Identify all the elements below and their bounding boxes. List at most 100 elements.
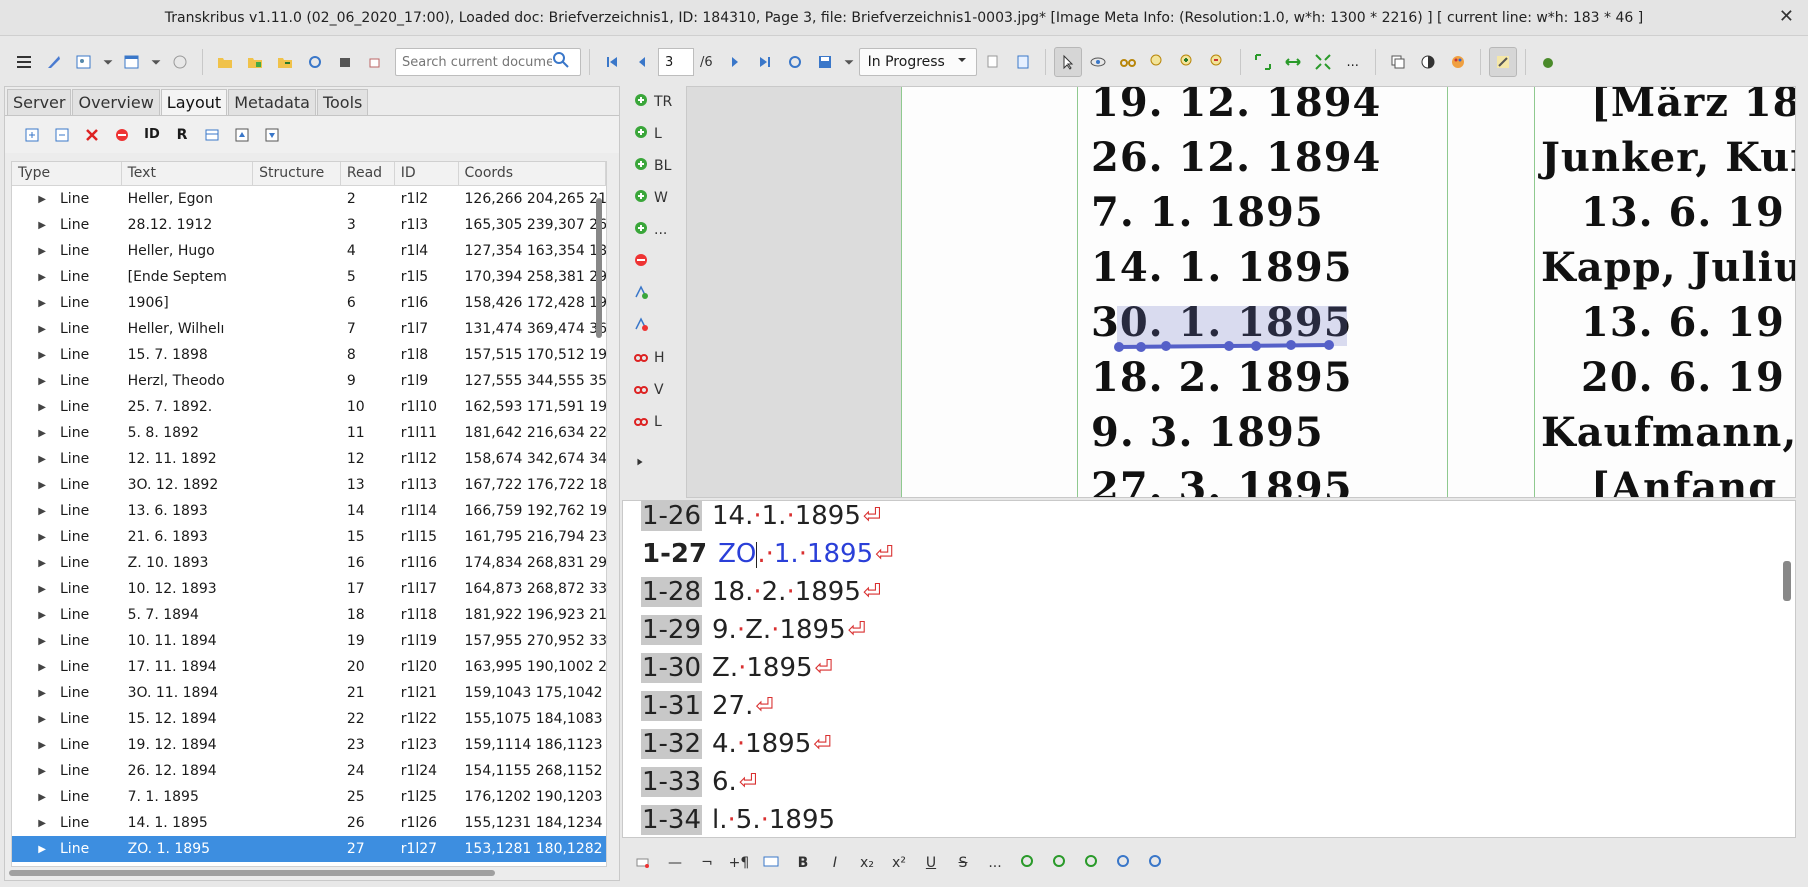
redo-icon[interactable]	[1046, 853, 1072, 873]
table-row[interactable]: ▶ Line 12. 11. 1892 12 r1l12 158,674 342,674 …	[12, 446, 606, 472]
expand-arrow-icon[interactable]: ▶	[18, 454, 60, 465]
layout-icon[interactable]	[1110, 853, 1136, 873]
expand-arrow-icon[interactable]: ▶	[18, 792, 60, 803]
table-row[interactable]: ▶Line 15. 7. 1898 8 r1l8 157,515 170,512 191…	[12, 342, 606, 368]
zoom-out-icon[interactable]	[1204, 47, 1232, 77]
expand-arrow-icon[interactable]: ▶	[18, 402, 60, 413]
editor-line[interactable]: 1-32 4.·1895 ⏎	[641, 727, 832, 761]
table-row[interactable]: ▶Line [Ende Septem 5 r1l5 170,394 258,381 29…	[12, 264, 606, 290]
sync-icon[interactable]	[781, 47, 809, 77]
expand-arrow-icon[interactable]: ▶	[18, 376, 60, 387]
robot-icon[interactable]	[331, 47, 359, 77]
table-row[interactable]: ▶ Line 15. 12. 1894 22 r1l22 155,1075 184,108…	[12, 706, 606, 732]
table-row[interactable]: ▶ Line 10. 11. 1894 19 r1l19 157,955 270,952 …	[12, 628, 606, 654]
fit-page-icon[interactable]	[1249, 47, 1277, 77]
side-button-l[interactable]: L	[628, 406, 684, 438]
layers-icon[interactable]	[1384, 47, 1412, 77]
tab-server[interactable]: Server	[7, 89, 72, 115]
dropdown-arrow-icon[interactable]	[841, 47, 857, 77]
previous-page-icon[interactable]	[628, 47, 656, 77]
line-text[interactable]: 27.	[712, 691, 753, 721]
feather-icon[interactable]	[40, 47, 68, 77]
side-button-v[interactable]: V	[628, 374, 684, 406]
table-row[interactable]: ▶ Line Herzl, Theodo 9 r1l9 127,555 344,555 3…	[12, 368, 606, 394]
line-text[interactable]: 18.·2.·1895	[712, 577, 861, 607]
tab-tools[interactable]: Tools	[316, 89, 369, 115]
line-text[interactable]: l.·5.·1895	[712, 805, 835, 835]
side-button-tr[interactable]: TR	[628, 86, 684, 118]
add-image-icon[interactable]	[70, 47, 98, 77]
table-row[interactable]: ▶ Line ZO. 1. 1895 27 r1l27 153,1281 180,1282…	[12, 836, 606, 862]
editor-line[interactable]: 1-33 6. ⏎	[641, 765, 757, 799]
strikethrough-button[interactable]: S	[950, 855, 976, 871]
baseline-overlay[interactable]	[1101, 337, 1361, 357]
move-up-icon[interactable]	[229, 120, 255, 150]
contrast-icon[interactable]	[1414, 47, 1442, 77]
expand-arrow-icon[interactable]: ▶	[18, 350, 60, 361]
expand-arrow-icon[interactable]: ▶	[18, 298, 60, 309]
superscript-button[interactable]: x²	[886, 855, 912, 871]
expand-arrow-icon[interactable]: ▶	[18, 428, 60, 439]
underline-button[interactable]: U	[918, 855, 944, 871]
table-row[interactable]: ▶ Line 3O. 12. 1892 13 r1l13 167,722 176,722 …	[12, 472, 606, 498]
table-row[interactable]: ▶ Line 7. 1. 1895 25 r1l25 176,1202 190,1203 …	[12, 784, 606, 810]
column-header-text[interactable]: Text	[122, 162, 254, 185]
page-number-input[interactable]: 3	[658, 48, 694, 76]
fit-width-icon[interactable]	[1279, 47, 1307, 77]
edit-icon[interactable]	[1488, 47, 1517, 77]
table-row[interactable]: ▶ Line 13. 6. 1893 14 r1l14 166,759 192,762 1…	[12, 498, 606, 524]
cup-icon[interactable]	[361, 47, 389, 77]
editor-scrollbar[interactable]	[1783, 561, 1791, 601]
transfer-icon[interactable]	[1078, 853, 1104, 873]
id-icon[interactable]: ID	[139, 120, 165, 150]
expand-arrow-icon[interactable]: ▶	[18, 766, 60, 777]
table-row[interactable]: ▶ Line 17. 11. 1894 20 r1l20 163,995 190,1002…	[12, 654, 606, 680]
keyboard-icon[interactable]	[758, 853, 784, 873]
editor-line[interactable]: 1-29 9.·Z.·1895 ⏎	[641, 613, 866, 647]
expand-arrow-icon[interactable]: ▶	[18, 714, 60, 725]
editor-line[interactable]: 1-31 27. ⏎	[641, 689, 774, 723]
column-header-id[interactable]: ID	[395, 162, 459, 185]
glasses-icon[interactable]	[1114, 47, 1142, 77]
status-select[interactable]: In Progress	[858, 48, 977, 76]
transcription-editor[interactable]: 1-26 14.·1.·1895 ⏎ 1-27 ZO.·1.·1895 ⏎ 1-28 18.·…	[622, 500, 1796, 838]
eraser-icon[interactable]	[630, 853, 656, 873]
scrollbar-thumb[interactable]	[596, 198, 602, 338]
eye-icon[interactable]	[1084, 47, 1112, 77]
side-button-bl[interactable]: BL	[628, 150, 684, 182]
table-row[interactable]: ▶ Line Heller, Wilhelı 7 r1l7 131,474 369,474…	[12, 316, 606, 342]
reload-icon[interactable]	[301, 47, 329, 77]
table-row[interactable]: ▶Line 5. 8. 1892 11 r1l11 181,642 216,634 22…	[12, 420, 606, 446]
table-row[interactable]: ▶ Line 26. 12. 1894 24 r1l24 154,1155 268,115…	[12, 758, 606, 784]
wrench-icon[interactable]	[1142, 853, 1168, 873]
remove-icon[interactable]	[109, 120, 135, 150]
negation-button[interactable]: ¬	[694, 855, 720, 871]
search-input[interactable]	[402, 54, 552, 70]
zoom-icon[interactable]	[1144, 47, 1172, 77]
move-down-icon[interactable]	[259, 120, 285, 150]
last-page-icon[interactable]	[751, 47, 779, 77]
column-header-type[interactable]: Type	[12, 162, 122, 185]
table-row[interactable]: ▶ Line 3O. 11. 1894 21 r1l21 159,1043 175,104…	[12, 680, 606, 706]
side-button-shape-remove[interactable]	[628, 310, 684, 342]
table-row[interactable]: ▶Line Heller, Egon 2 r1l2 126,266 204,265 21…	[12, 186, 606, 212]
side-button-shape-add[interactable]	[628, 278, 684, 310]
close-icon[interactable]: ✕	[1779, 6, 1794, 27]
bold-button[interactable]: B	[790, 855, 816, 871]
side-button-delete[interactable]	[628, 246, 684, 278]
dropdown-arrow-icon[interactable]	[148, 47, 164, 77]
expand-arrow-icon[interactable]: ▶	[18, 194, 60, 205]
expand-arrow-icon[interactable]: ▶	[18, 246, 60, 257]
expand-arrow-icon[interactable]: ▶	[18, 558, 60, 569]
expand-arrow-icon[interactable]: ▶	[18, 636, 60, 647]
tab-overview[interactable]: Overview	[72, 89, 160, 115]
expand-arrow-icon[interactable]: ▶	[18, 688, 60, 699]
zoom-in-icon[interactable]	[1174, 47, 1202, 77]
table-row[interactable]: ▶ Line 21. 6. 1893 15 r1l15 161,795 216,794 2…	[12, 524, 606, 550]
pointer-icon[interactable]	[1053, 47, 1082, 77]
tab-metadata[interactable]: Metadata	[228, 89, 316, 115]
document-image-view[interactable]: 19. 12. 1894 26. 12. 1894 7. 1. 1895 14. 1.…	[686, 86, 1796, 498]
expand-arrow-icon[interactable]: ▶	[18, 220, 60, 231]
expand-arrow-icon[interactable]: ▶	[18, 584, 60, 595]
expand-arrow-icon[interactable]: ▶	[18, 844, 60, 855]
